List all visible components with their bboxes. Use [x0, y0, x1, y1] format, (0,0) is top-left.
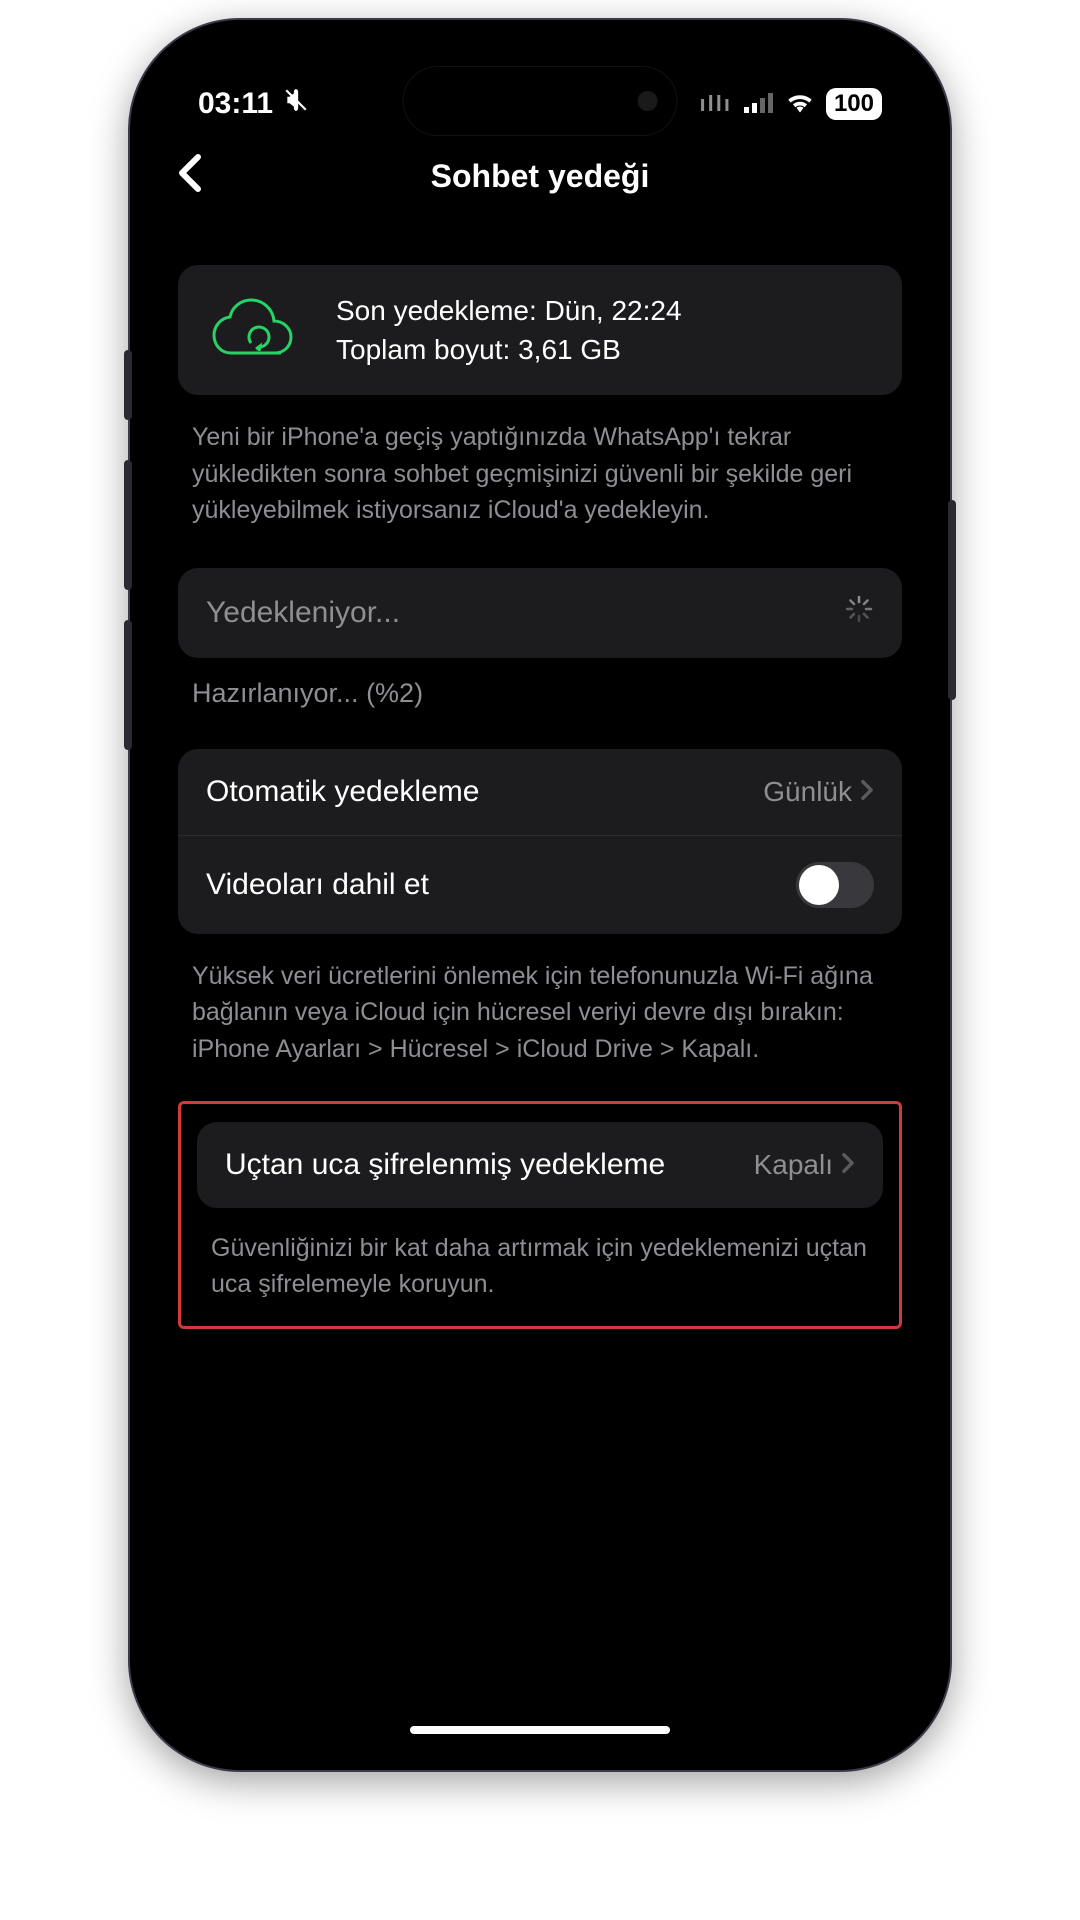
- spinner-icon: [844, 594, 874, 632]
- auto-backup-row[interactable]: Otomatik yedekleme Günlük: [178, 749, 902, 835]
- page-title: Sohbet yedeği: [431, 158, 650, 195]
- back-button[interactable]: [178, 153, 202, 201]
- phone-frame: 03:11 ıllı 100 Sohbet yedeği: [130, 20, 950, 1770]
- volume-up: [124, 460, 132, 590]
- e2e-encryption-row[interactable]: Uçtan uca şifrelenmiş yedekleme Kapalı: [197, 1122, 883, 1208]
- battery-indicator: 100: [826, 88, 882, 120]
- backup-progress-label: Yedekleniyor...: [206, 596, 400, 630]
- cellular-icon: [744, 87, 774, 121]
- include-videos-toggle[interactable]: [796, 862, 874, 908]
- e2e-card: Uçtan uca şifrelenmiş yedekleme Kapalı: [197, 1122, 883, 1208]
- chevron-right-icon: [860, 776, 874, 808]
- auto-backup-label: Otomatik yedekleme: [206, 775, 479, 809]
- voice-indicator-icon: ıllı: [700, 91, 732, 117]
- backup-settings-card: Otomatik yedekleme Günlük Videoları dahi…: [178, 749, 902, 934]
- backup-progress-row: Yedekleniyor...: [178, 568, 902, 658]
- include-videos-label: Videoları dahil et: [206, 868, 429, 902]
- volume-switch: [124, 350, 132, 420]
- e2e-description: Güvenliğinizi bir kat daha artırmak için…: [181, 1208, 899, 1303]
- volume-down: [124, 620, 132, 750]
- wifi-icon: [786, 87, 814, 121]
- auto-backup-value: Günlük: [763, 776, 852, 808]
- screen: 03:11 ıllı 100 Sohbet yedeği: [148, 38, 932, 1752]
- dynamic-island: [403, 66, 678, 136]
- e2e-value: Kapalı: [754, 1149, 833, 1181]
- status-time: 03:11: [198, 87, 273, 121]
- navigation-bar: Sohbet yedeği: [148, 138, 932, 225]
- home-indicator[interactable]: [410, 1726, 670, 1734]
- backup-status-text: Hazırlanıyor... (%2): [178, 658, 902, 709]
- highlight-annotation: Uçtan uca şifrelenmiş yedekleme Kapalı G…: [178, 1101, 902, 1330]
- power-button: [948, 500, 956, 700]
- backup-progress-card: Yedekleniyor...: [178, 568, 902, 658]
- data-warning-text: Yüksek veri ücretlerini önlemek için tel…: [178, 934, 902, 1067]
- cloud-backup-icon: [206, 293, 306, 368]
- backup-summary-card: Son yedekleme: Dün, 22:24 Toplam boyut: …: [178, 265, 902, 395]
- chevron-right-icon: [841, 1149, 855, 1181]
- e2e-label: Uçtan uca şifrelenmiş yedekleme: [225, 1148, 665, 1182]
- camera-dot: [638, 91, 658, 111]
- total-size-label: Toplam boyut: 3,61 GB: [336, 330, 682, 369]
- silent-icon: [283, 87, 309, 121]
- include-videos-row: Videoları dahil et: [178, 835, 902, 934]
- backup-description: Yeni bir iPhone'a geçiş yaptığınızda Wha…: [178, 395, 902, 528]
- last-backup-label: Son yedekleme: Dün, 22:24: [336, 291, 682, 330]
